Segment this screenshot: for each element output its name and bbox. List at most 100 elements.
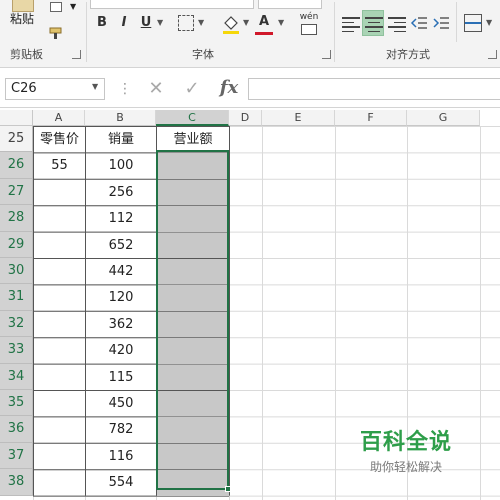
cell-b25[interactable]: 销量 <box>86 127 156 152</box>
cell-a34[interactable] <box>34 365 85 390</box>
borders-dropdown-icon[interactable]: ▼ <box>198 12 204 34</box>
underline-button[interactable]: U <box>136 12 156 34</box>
row-header-30[interactable]: 30 <box>0 258 33 285</box>
phonetic-guide-icon <box>301 24 317 35</box>
row-header-34[interactable]: 34 <box>0 363 33 390</box>
cell-a29[interactable] <box>34 233 85 258</box>
fill-color-dropdown-icon[interactable]: ▼ <box>243 12 249 34</box>
cell-a31[interactable] <box>34 285 85 310</box>
cell-a33[interactable] <box>34 338 85 363</box>
column-header-g[interactable]: G <box>407 110 480 126</box>
row-header-35[interactable]: 35 <box>0 390 33 417</box>
confirm-edit-button[interactable]: ✓ <box>181 78 203 100</box>
cell-b28[interactable]: 112 <box>86 206 156 231</box>
decrease-indent-icon[interactable] <box>410 14 428 32</box>
insert-function-button[interactable]: fx <box>216 76 242 100</box>
phonetic-guide-label: wén <box>299 12 319 22</box>
select-all-corner[interactable] <box>0 110 33 126</box>
increase-indent-icon[interactable] <box>432 14 450 32</box>
font-color-button[interactable]: A <box>255 12 273 35</box>
underline-dropdown-icon[interactable]: ▼ <box>157 12 163 34</box>
italic-button[interactable]: I <box>114 12 134 34</box>
row-header-36[interactable]: 36 <box>0 416 33 443</box>
divider <box>334 2 335 62</box>
watermark-logo: 百科全说 助你轻松解决 <box>360 424 470 475</box>
paste-button[interactable]: 粘贴 <box>10 10 34 27</box>
fill-color-icon[interactable] <box>222 14 240 34</box>
row-header-38[interactable]: 38 <box>0 469 33 496</box>
cell-b34[interactable]: 115 <box>86 365 156 390</box>
phonetic-guide-button[interactable]: wén <box>298 12 320 36</box>
align-left-icon[interactable] <box>342 14 360 32</box>
cell-b31[interactable]: 120 <box>86 285 156 310</box>
borders-icon[interactable] <box>178 15 194 31</box>
cell-b36[interactable]: 782 <box>86 417 156 442</box>
selection-border <box>156 150 229 490</box>
font-size-dropdown[interactable] <box>258 0 322 9</box>
cell-b37[interactable]: 116 <box>86 444 156 469</box>
more-options-icon[interactable]: ⋮ <box>118 78 132 100</box>
formula-input[interactable] <box>248 78 500 100</box>
column-header-c[interactable]: C <box>156 110 229 126</box>
align-right-icon[interactable] <box>388 14 406 32</box>
row-header-31[interactable]: 31 <box>0 284 33 311</box>
row-header-28[interactable]: 28 <box>0 205 33 232</box>
merge-dropdown-icon[interactable]: ▼ <box>486 12 492 34</box>
alignment-launcher-icon[interactable] <box>488 50 497 59</box>
copy-icon[interactable] <box>50 2 62 12</box>
name-box[interactable]: C26 <box>5 78 105 100</box>
name-box-dropdown-icon[interactable]: ▼ <box>92 82 98 91</box>
row-header-32[interactable]: 32 <box>0 310 33 338</box>
column-header-b[interactable]: B <box>85 110 156 126</box>
clipboard-group-label: 剪贴板 <box>10 48 43 61</box>
column-header-d[interactable]: D <box>229 110 262 126</box>
cell-a28[interactable] <box>34 206 85 231</box>
cancel-edit-button[interactable]: ✕ <box>145 78 167 100</box>
font-launcher-icon[interactable] <box>322 50 331 59</box>
cell-a25[interactable]: 零售价 <box>34 127 85 152</box>
fill-handle[interactable] <box>225 486 231 492</box>
font-color-dropdown-icon[interactable]: ▼ <box>278 12 284 34</box>
alignment-group-label: 对齐方式 <box>386 48 430 61</box>
ribbon: 粘贴 ▼ 剪贴板 B I U ▼ ▼ ▼ A ▼ wén 字体 ▼ 对齐方式 <box>0 0 500 68</box>
cell-a30[interactable] <box>34 259 85 284</box>
cell-b35[interactable]: 450 <box>86 391 156 416</box>
copy-dropdown-icon[interactable]: ▼ <box>70 2 76 11</box>
row-header-33[interactable]: 33 <box>0 337 33 364</box>
row-header-37[interactable]: 37 <box>0 442 33 470</box>
column-header-e[interactable]: E <box>262 110 335 126</box>
row-header-26[interactable]: 26 <box>0 152 33 179</box>
watermark-title: 百科全说 <box>360 430 453 455</box>
cell-a37[interactable] <box>34 444 85 469</box>
cell-a36[interactable] <box>34 417 85 442</box>
merge-center-icon[interactable] <box>464 14 482 32</box>
cell-b33[interactable]: 420 <box>86 338 156 363</box>
format-painter-icon[interactable] <box>48 24 64 39</box>
column-header-a[interactable]: A <box>33 110 85 126</box>
cell-a27[interactable] <box>34 180 85 205</box>
row-header-29[interactable]: 29 <box>0 231 33 258</box>
cell-b32[interactable]: 362 <box>86 312 156 337</box>
cell-a26[interactable]: 55 <box>34 153 85 178</box>
cell-b38[interactable]: 554 <box>86 470 156 495</box>
bold-button[interactable]: B <box>92 12 112 34</box>
font-family-dropdown[interactable] <box>90 0 254 9</box>
column-header-f[interactable]: F <box>335 110 407 126</box>
watermark-subtitle: 助你轻松解决 <box>370 460 443 474</box>
cell-b26[interactable]: 100 <box>86 153 156 178</box>
cell-a35[interactable] <box>34 391 85 416</box>
font-group-label: 字体 <box>192 48 214 61</box>
clipboard-launcher-icon[interactable] <box>72 50 81 59</box>
divider <box>456 2 457 42</box>
cell-a38[interactable] <box>34 470 85 495</box>
align-center-icon <box>365 14 383 32</box>
row-header-25[interactable]: 25 <box>0 126 33 153</box>
cell-b27[interactable]: 256 <box>86 180 156 205</box>
cell-b29[interactable]: 652 <box>86 233 156 258</box>
cell-a32[interactable] <box>34 312 85 337</box>
align-center-button[interactable] <box>362 10 384 36</box>
cell-c25[interactable]: 营业额 <box>157 127 229 152</box>
row-header-27[interactable]: 27 <box>0 178 33 206</box>
cell-b30[interactable]: 442 <box>86 259 156 284</box>
name-box-value: C26 <box>11 81 37 96</box>
